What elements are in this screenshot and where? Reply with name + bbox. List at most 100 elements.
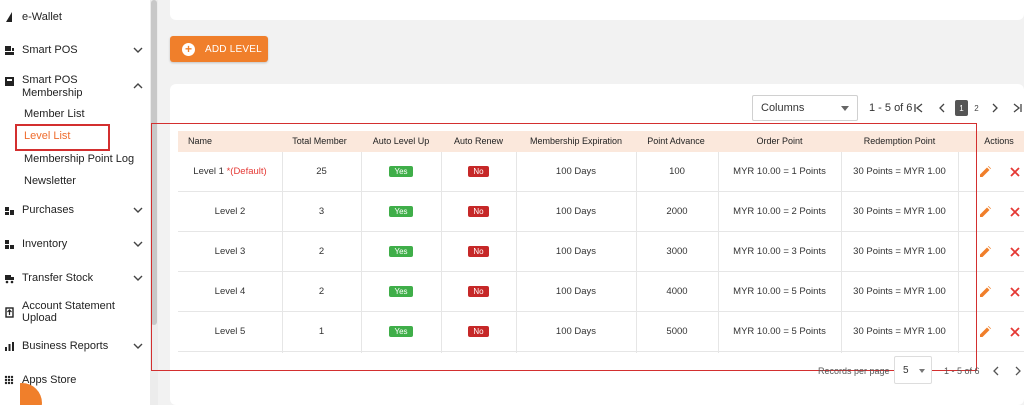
cell-name: Level 4 [214, 286, 246, 297]
pos-terminal-icon [3, 44, 15, 56]
table-row: Level 5 1 Yes No 100 Days 5000 MYR 10.00… [178, 312, 1024, 352]
wallet-icon [3, 11, 15, 23]
sidebar-item-ewallet[interactable]: e-Wallet [0, 6, 150, 28]
first-page-icon[interactable] [913, 99, 925, 117]
cell-name: Level 2 [214, 206, 246, 217]
sidebar-item-label: Transfer Stock [22, 272, 94, 284]
cell-redemption-point: 30 Points = MYR 1.00 [853, 166, 946, 177]
sidebar-item-smart-pos[interactable]: Smart POS [0, 39, 150, 61]
sidebar-item-account-statement-upload[interactable]: Account Statement Upload [0, 300, 150, 324]
table-header: Name Total Member Auto Level Up Auto Ren… [178, 131, 1024, 152]
reports-icon [3, 340, 15, 352]
yes-badge: Yes [389, 325, 413, 337]
edit-icon[interactable] [978, 245, 992, 259]
upload-icon [3, 306, 15, 318]
chevron-up-icon [133, 83, 143, 89]
cell-name: Level 5 [214, 326, 246, 337]
yes-badge: Yes [389, 205, 413, 217]
cell-point-advance: 3000 [666, 246, 688, 257]
sidebar-item-label: Purchases [22, 204, 74, 216]
purchases-icon [3, 204, 15, 216]
active-item-highlight [15, 124, 110, 151]
cell-redemption-point: 30 Points = MYR 1.00 [853, 286, 946, 297]
cell-expiration: 100 Days [555, 166, 597, 177]
last-page-icon[interactable] [1011, 99, 1023, 117]
cell-auto-renew: No [441, 232, 516, 272]
edit-icon[interactable] [978, 285, 992, 299]
records-per-page-value: 5 [903, 365, 909, 376]
delete-icon[interactable] [1009, 206, 1021, 218]
chevron-down-icon [133, 241, 143, 247]
yes-badge: Yes [389, 245, 413, 257]
sidebar: e-Wallet Smart POS Smart POS Membership … [0, 0, 158, 405]
header-order-point: Order Point [756, 136, 803, 146]
sidebar-item-smart-pos-membership[interactable]: Smart POS Membership [0, 72, 150, 100]
no-badge: No [468, 285, 489, 297]
cell-expiration: 100 Days [555, 326, 597, 337]
apps-grid-icon [3, 374, 15, 386]
records-per-page-select[interactable]: 5 [894, 356, 932, 384]
sidebar-item-label: Smart POS [22, 44, 78, 56]
delete-icon[interactable] [1009, 326, 1021, 338]
columns-select-value: Columns [761, 102, 805, 114]
cell-total-member: 25 [316, 166, 327, 177]
edit-icon[interactable] [978, 165, 992, 179]
table-row: Level 4 2 Yes No 100 Days 4000 MYR 10.00… [178, 272, 1024, 312]
cell-auto-renew: No [441, 272, 516, 312]
membership-card-icon [3, 75, 15, 87]
cell-total-member: 1 [318, 326, 325, 337]
delete-icon[interactable] [1009, 286, 1021, 298]
footer-prev-page-icon[interactable] [990, 362, 1002, 380]
sidebar-subitem-newsletter[interactable]: Newsletter [24, 175, 76, 187]
add-level-button[interactable]: + ADD LEVEL [170, 36, 268, 62]
header-total-member: Total Member [292, 136, 347, 146]
add-level-label: ADD LEVEL [205, 43, 262, 55]
default-tag: *(Default) [226, 166, 267, 177]
cell-auto-renew: No [441, 192, 516, 232]
sidebar-item-label-line2: Membership [22, 87, 83, 99]
sidebar-subitem-member-list[interactable]: Member List [24, 108, 85, 120]
footer-next-page-icon[interactable] [1012, 362, 1024, 380]
cell-name: Level 3 [214, 246, 246, 257]
edit-icon[interactable] [978, 325, 992, 339]
cell-order-point: MYR 10.00 = 1 Points [733, 166, 826, 177]
level-name: Level 1 [193, 166, 224, 177]
cell-name: Level 1 *(Default) [178, 152, 282, 192]
table-row: Level 1 *(Default) 25 Yes No 100 Days 10… [178, 152, 1024, 192]
sidebar-item-label: Business Reports [22, 340, 109, 352]
yes-badge: Yes [389, 285, 413, 297]
header-point-advance: Point Advance [647, 136, 705, 146]
cell-expiration: 100 Days [555, 286, 597, 297]
sidebar-subitem-point-log[interactable]: Membership Point Log [24, 153, 134, 165]
cell-expiration: 100 Days [555, 206, 597, 217]
sidebar-scrollbar-thumb[interactable] [151, 0, 157, 325]
edit-icon[interactable] [978, 205, 992, 219]
page-2-button[interactable]: 2 [970, 100, 983, 116]
next-page-icon[interactable] [990, 99, 1000, 117]
chevron-down-icon [133, 343, 143, 349]
delete-icon[interactable] [1009, 166, 1021, 178]
plus-circle-icon: + [182, 42, 195, 56]
header-auto-level-up: Auto Level Up [372, 136, 430, 146]
cell-total-member: 2 [318, 286, 325, 297]
sidebar-item-label: e-Wallet [22, 11, 62, 23]
chevron-down-icon [133, 275, 143, 281]
cell-auto-level-up: Yes [361, 192, 441, 232]
sidebar-item-transfer-stock[interactable]: Transfer Stock [0, 267, 150, 289]
sidebar-item-purchases[interactable]: Purchases [0, 199, 150, 221]
cell-point-advance: 5000 [666, 326, 688, 337]
no-badge: No [468, 205, 489, 217]
caret-down-icon [841, 106, 849, 111]
header-membership-expiration: Membership Expiration [529, 136, 623, 146]
cell-redemption-point: 30 Points = MYR 1.00 [853, 246, 946, 257]
chevron-down-icon [133, 47, 143, 53]
prev-page-icon[interactable] [936, 99, 948, 117]
cell-total-member: 2 [318, 246, 325, 257]
sidebar-item-inventory[interactable]: Inventory [0, 233, 150, 255]
delete-icon[interactable] [1009, 246, 1021, 258]
page-1-button[interactable]: 1 [955, 100, 968, 116]
no-badge: No [468, 325, 489, 337]
sidebar-item-business-reports[interactable]: Business Reports [0, 335, 150, 357]
chevron-down-icon [133, 207, 143, 213]
columns-select[interactable]: Columns [752, 95, 858, 121]
